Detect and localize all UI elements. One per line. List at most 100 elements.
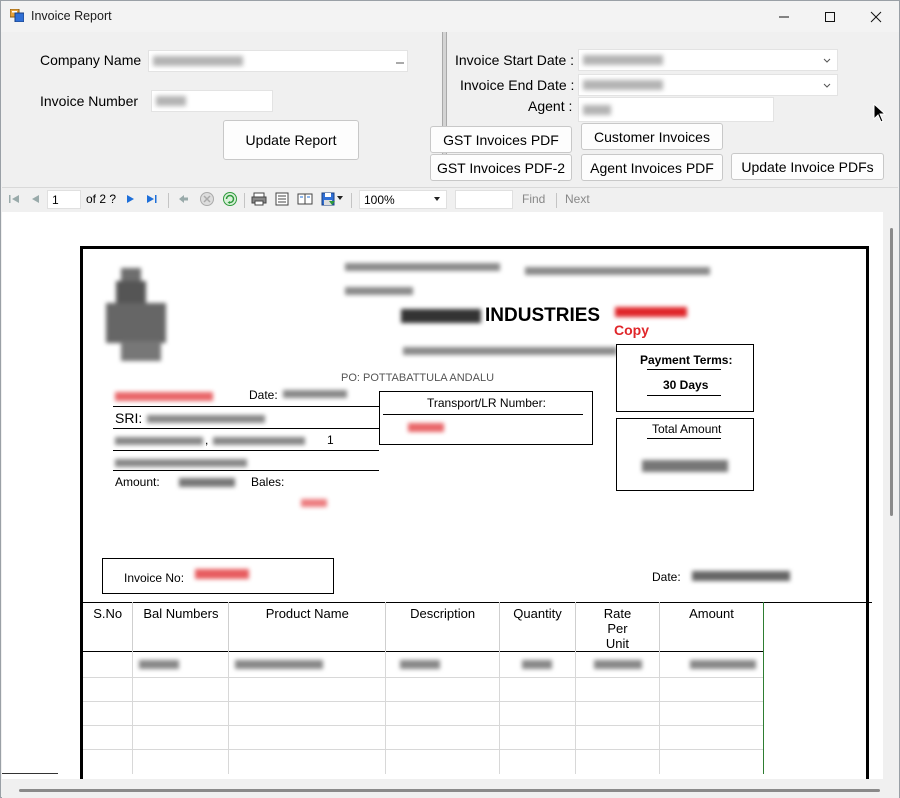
total-amount-value [642,460,728,472]
payment-terms-box: Payment Terms: 30 Days [616,344,754,412]
horizontal-scrollbar[interactable] [2,779,899,798]
horizontal-scroll-thumb[interactable] [19,789,880,792]
quantity-value [522,660,553,669]
table-row [83,749,765,774]
invoice-end-date-value [583,80,663,90]
app-icon [10,9,24,22]
agent-invoices-pdf-button[interactable]: Agent Invoices PDF [581,154,723,181]
report-viewport[interactable]: INDUSTRIES Copy 01 PO: POTTABATTULA ANDA… [2,212,883,779]
customer-rule [113,406,379,407]
total-amount-rule [647,438,721,439]
copy-label: Copy [614,322,649,338]
header-line-1 [345,263,500,271]
invoice-number-input[interactable] [151,90,273,112]
calendar-dropdown-icon [823,58,831,63]
amount-value [689,660,756,669]
vertical-scrollbar[interactable] [883,212,899,779]
report-toolbar: 1 of 2 ? 100% Find Next [2,187,898,211]
address-comma: , [205,433,209,447]
toolbar-separator [351,193,352,208]
invoice-end-date-picker[interactable] [578,74,838,96]
gst-invoices-pdf-2-button[interactable]: GST Invoices PDF-2 [430,154,572,181]
total-amount-box: Total Amount [616,418,754,491]
amount-label: Amount: [115,475,160,489]
page-setup-icon[interactable] [297,191,313,207]
date-label: Date: [249,388,278,402]
chevron-down-icon [434,197,440,201]
page-count-label: of 2 ? [86,192,117,206]
customer-code [115,392,213,401]
transport-stamp [615,307,687,317]
refresh-icon[interactable] [222,191,238,207]
gst-invoices-pdf-button[interactable]: GST Invoices PDF [430,126,572,153]
minimize-button[interactable] [761,1,807,32]
agent-label: Agent : [528,98,573,114]
last-page-icon[interactable] [146,193,158,205]
print-layout-icon[interactable] [274,191,290,207]
table-row [83,651,765,678]
col-sno: S.No [83,602,134,652]
date-value [283,390,347,398]
company-name-combobox[interactable] [148,50,408,72]
toolbar-separator [168,193,169,208]
update-invoice-pdfs-button[interactable]: Update Invoice PDFs [731,153,884,180]
invoice-end-date-label: Invoice End Date : [460,77,575,93]
customer-address-2 [213,437,305,445]
export-save-icon[interactable] [320,191,336,207]
invoice-date-value [692,571,790,581]
transport-box: Transport/LR Number: [379,391,593,445]
current-page-input[interactable]: 1 [47,190,81,209]
bal-number-value [139,660,180,669]
zoom-select[interactable]: 100% [359,190,447,209]
invoice-number-value [156,96,186,106]
update-report-button[interactable]: Update Report [223,120,359,160]
customer-address-1 [115,437,203,445]
invoice-no-box: Invoice No: [102,558,334,594]
agent-input[interactable] [578,97,774,122]
table-row [83,677,765,702]
find-input[interactable] [455,190,513,209]
zoom-value: 100% [364,193,395,207]
invoice-report-window: Invoice Report Company Name Invoice Numb… [0,0,900,798]
invoice-number-label: Invoice Number [40,93,139,109]
close-button[interactable] [853,1,899,32]
stop-icon[interactable] [199,191,215,207]
chevron-down-icon[interactable] [337,196,344,201]
rate-value [593,660,642,669]
customer-rule [113,470,379,471]
invoice-date-label: Date: [652,570,681,584]
description-value [400,660,441,669]
transport-rule [383,414,583,415]
customer-rule [113,450,379,451]
back-icon[interactable] [177,193,189,205]
vertical-scroll-thumb[interactable] [890,228,893,516]
find-next-button[interactable]: Next [565,192,590,206]
payment-terms-rule [647,369,721,370]
customer-rule [113,428,379,429]
address-number: 1 [327,433,334,447]
print-icon[interactable] [251,191,267,207]
invoice-start-date-picker[interactable] [578,49,838,71]
total-amount-label: Total Amount [652,422,722,436]
payment-terms-label: Payment Terms: [640,353,733,367]
find-button[interactable]: Find [522,192,545,206]
table-header-row: S.No Bal Numbers Product Name Descriptio… [83,602,765,652]
toolbar-separator [556,193,557,208]
chevron-down-icon [396,62,404,64]
bales-label: Bales: [251,475,285,489]
first-page-icon[interactable] [8,193,20,205]
amount-value [179,478,235,487]
address-line [403,347,617,355]
payment-terms-rule [647,395,721,396]
invoice-no-label: Invoice No: [124,571,185,585]
previous-page-icon[interactable] [29,193,41,205]
next-page-icon[interactable] [124,193,136,205]
company-name-label: Company Name [40,52,142,68]
maximize-button[interactable] [807,1,853,32]
title-bar: Invoice Report [1,1,899,32]
sri-label: SRI: [115,410,143,426]
invoice-start-date-label: Invoice Start Date : [455,52,575,68]
customer-invoices-button[interactable]: Customer Invoices [581,123,723,150]
transport-value [408,423,444,432]
toolbar-separator [244,193,245,208]
